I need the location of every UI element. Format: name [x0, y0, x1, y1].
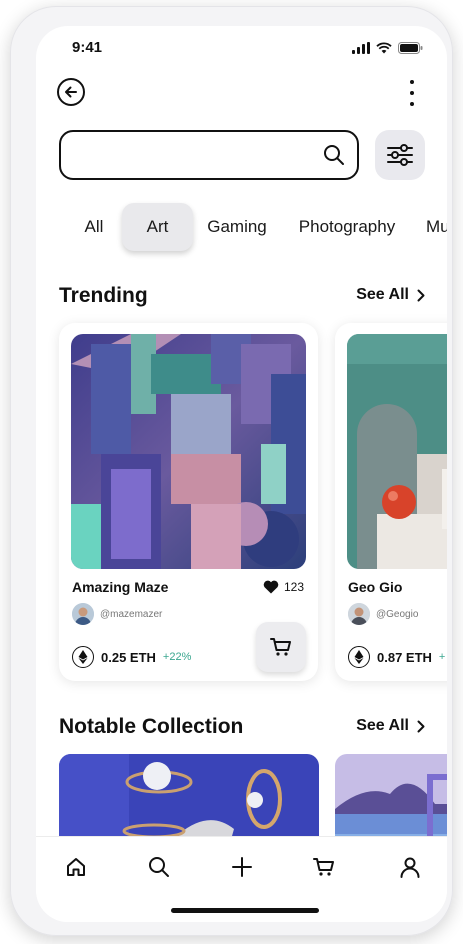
tab-cart[interactable]: [310, 853, 338, 881]
status-icons: [352, 42, 423, 54]
ethereum-icon: [72, 646, 94, 668]
nft-likes[interactable]: 123: [263, 580, 304, 594]
category-tab-all[interactable]: All: [80, 203, 108, 251]
notable-title: Notable Collection: [59, 715, 244, 738]
search-input[interactable]: [75, 132, 315, 178]
price-change: +: [438, 651, 446, 663]
nft-card[interactable]: Amazing Maze 123 @mazemazer 0.25 ETH +22…: [59, 323, 318, 681]
price-row: 0.87 ETH +: [348, 646, 445, 668]
price-row: 0.25 ETH +22%: [72, 646, 191, 668]
chevron-right-icon: [417, 720, 425, 732]
avatar: [72, 603, 94, 625]
category-tab-photography[interactable]: Photography: [295, 203, 399, 251]
filter-icon: [387, 144, 413, 166]
nft-name: Amazing Maze: [72, 579, 169, 595]
battery-icon: [398, 42, 423, 54]
cellular-signal-icon: [352, 42, 370, 54]
more-options-button[interactable]: [406, 80, 418, 106]
plus-icon: [232, 857, 252, 877]
tab-home[interactable]: [62, 853, 90, 881]
nft-image-geo-gio[interactable]: [347, 334, 447, 569]
home-indicator[interactable]: [171, 908, 319, 913]
heart-icon: [263, 580, 279, 594]
home-icon: [67, 858, 85, 876]
more-vertical-icon: [410, 80, 414, 84]
see-all-label: See All: [356, 717, 409, 734]
creator-info[interactable]: @Geogio: [348, 603, 418, 625]
cart-icon: [313, 858, 334, 876]
creator-info[interactable]: @mazemazer: [72, 603, 162, 625]
status-bar: 9:41: [36, 26, 447, 72]
add-to-cart-button[interactable]: [256, 622, 306, 672]
category-tab-music[interactable]: Mu: [426, 203, 447, 251]
notable-see-all-link[interactable]: See All: [356, 717, 425, 735]
avatar: [348, 603, 370, 625]
ethereum-icon: [348, 646, 370, 668]
wifi-icon: [376, 42, 392, 54]
back-button[interactable]: [57, 78, 85, 106]
back-arrow-icon: [65, 86, 77, 98]
tab-profile[interactable]: [396, 853, 424, 881]
nft-image-amazing-maze[interactable]: [71, 334, 306, 569]
category-tabs: All Art Gaming Photography Mu: [36, 203, 447, 253]
creator-handle: @Geogio: [376, 608, 419, 620]
filter-button[interactable]: [375, 130, 425, 180]
price-value: 0.25 ETH: [101, 649, 156, 665]
search-icon: [149, 857, 169, 877]
search-bar: [59, 130, 359, 180]
chevron-right-icon: [417, 289, 425, 301]
trending-see-all-link[interactable]: See All: [356, 286, 425, 304]
price-value: 0.87 ETH: [377, 649, 432, 665]
user-icon: [400, 857, 420, 878]
app-screen: 9:41 All Art Gaming Photography Mu Trend…: [36, 26, 447, 922]
nft-card[interactable]: Geo Gio @Geogio 0.87 ETH +: [335, 323, 447, 681]
price-change: +22%: [162, 651, 192, 663]
category-tab-art[interactable]: Art: [122, 203, 193, 251]
nft-name: Geo Gio: [348, 579, 403, 595]
see-all-label: See All: [356, 286, 409, 303]
tab-create[interactable]: [228, 853, 256, 881]
cart-icon: [270, 638, 291, 656]
status-time: 9:41: [72, 39, 103, 56]
phone-frame: 9:41 All Art Gaming Photography Mu Trend…: [10, 6, 453, 936]
likes-count: 123: [283, 580, 304, 594]
creator-handle: @mazemazer: [100, 608, 163, 620]
category-tab-gaming[interactable]: Gaming: [205, 203, 269, 251]
trending-title: Trending: [59, 284, 148, 307]
search-icon[interactable]: [323, 144, 345, 166]
tab-search[interactable]: [145, 853, 173, 881]
